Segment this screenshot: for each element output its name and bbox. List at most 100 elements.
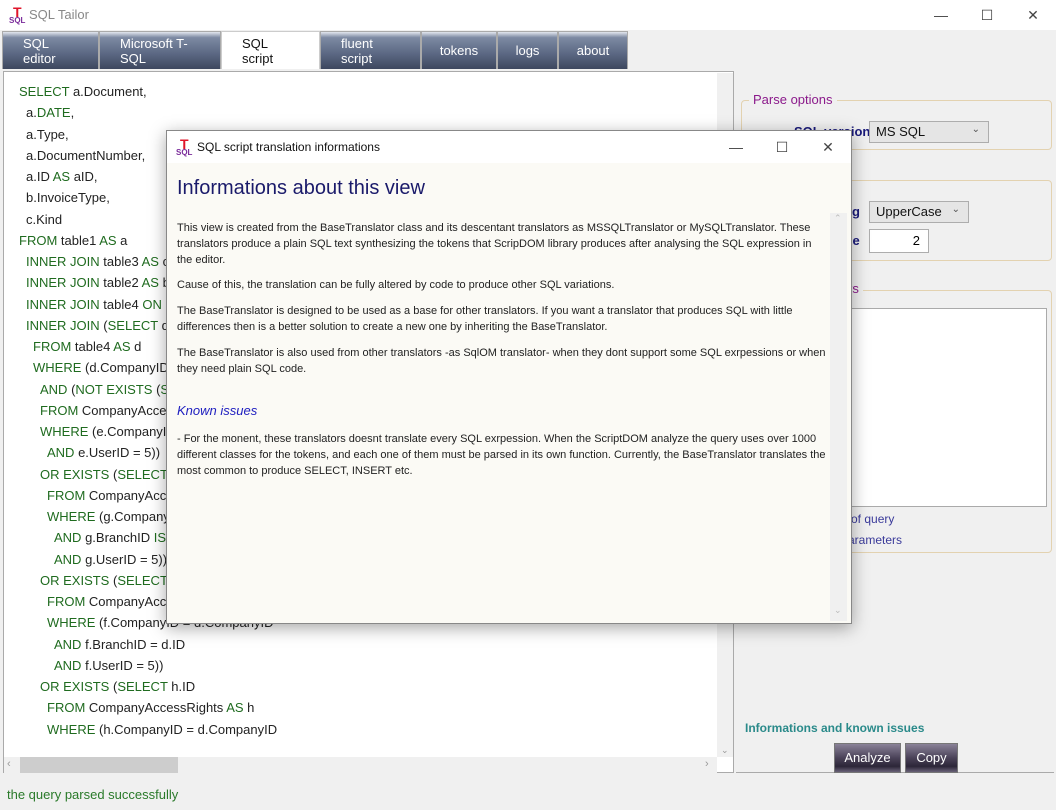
dialog-maximize-button[interactable]: ☐ <box>759 131 805 163</box>
sql-text: table4 <box>99 296 143 312</box>
sql-keyword: OR EXISTS <box>40 679 110 694</box>
scroll-left-icon[interactable]: ‹ <box>7 758 11 770</box>
tab-microsoft-tsql[interactable]: Microsoft T-SQL <box>99 31 221 69</box>
app-logo-icon: T SQL <box>9 4 26 25</box>
code-line: SELECT a.Document, <box>19 84 147 99</box>
code-line: OR EXISTS (SELECT f.I <box>40 573 182 588</box>
scroll-up-icon[interactable]: ⌃ <box>834 213 842 224</box>
dialog-close-button[interactable]: ✕ <box>805 131 851 163</box>
sql-text: CompanyAcce <box>85 487 174 503</box>
copy-button[interactable]: Copy <box>905 743 958 773</box>
sql-version-select[interactable]: MS SQL ⌄ <box>869 121 989 143</box>
dialog-heading: Informations about this view <box>177 177 425 199</box>
tab-about[interactable]: about <box>558 31 628 69</box>
sql-keyword: WHERE <box>40 424 89 439</box>
sql-text: table2 <box>99 275 142 291</box>
sql-text: (d.CompanyID <box>81 360 169 376</box>
known-issues-text: - For the monent, these translators does… <box>177 433 826 477</box>
sql-keyword: OR EXISTS <box>40 466 110 482</box>
horizontal-scroll-thumb[interactable] <box>20 757 178 773</box>
code-line: OR EXISTS (SELECT h.ID <box>40 679 195 694</box>
dialog-title-bar: T SQL SQL script translation informations… <box>167 131 851 163</box>
sql-keyword: AND <box>54 636 82 652</box>
chevron-down-icon: ⌄ <box>971 124 980 135</box>
sql-keyword: NOT EXISTS <box>75 381 153 397</box>
sql-keyword: SELECT <box>117 466 168 482</box>
sql-keyword: AS <box>99 232 117 248</box>
indent-size-input[interactable]: 2 <box>869 229 929 253</box>
dialog-paragraph: The BaseTranslator is designed to be use… <box>177 305 793 333</box>
sql-keyword: AND <box>40 381 68 397</box>
sql-keyword: AS <box>141 254 159 269</box>
editor-horizontal-scrollbar[interactable]: ‹ › <box>4 757 717 773</box>
code-line: AND e.UserID = 5)) <box>47 445 160 460</box>
code-line: a.ID AS aID, <box>26 169 98 184</box>
code-line: AND f.UserID = 5)) <box>54 658 163 673</box>
code-line: AND (NOT EXISTS (SE <box>40 382 178 397</box>
sql-text: b.InvoiceType, <box>26 190 110 206</box>
parse-options-legend: Parse options <box>749 92 837 107</box>
code-line: FROM table4 AS d <box>33 339 141 354</box>
tab-sql-script[interactable]: SQL script <box>221 31 320 69</box>
sql-text: (e.CompanyID <box>88 424 176 439</box>
parameters-link-2[interactable]: arameters <box>848 533 902 547</box>
sql-text: a.DocumentNumber, <box>26 147 146 163</box>
sql-keyword: FROM <box>47 700 86 716</box>
scroll-down-icon[interactable]: ⌄ <box>834 605 842 616</box>
code-line: AND g.UserID = 5)) <box>54 552 167 567</box>
sql-keyword: FROM <box>40 402 79 418</box>
dialog-paragraph: This view is created from the BaseTransl… <box>177 222 812 266</box>
dialog-vertical-scrollbar[interactable]: ⌃ ⌄ <box>830 213 847 621</box>
sql-keyword: INNER JOIN <box>26 296 100 312</box>
code-line: WHERE (e.CompanyID <box>40 424 176 439</box>
sql-keyword: ON <box>142 296 162 312</box>
scroll-right-icon[interactable]: › <box>705 758 709 770</box>
sql-text: d <box>130 339 142 354</box>
sql-keyword: AS <box>226 700 244 716</box>
tab-logs[interactable]: logs <box>497 31 558 69</box>
code-line: a.Type, <box>26 127 69 142</box>
tab-tokens[interactable]: tokens <box>421 31 497 69</box>
sql-keyword: SELECT <box>117 679 168 694</box>
sql-text: CompanyAcces <box>78 402 173 418</box>
casing-select[interactable]: UpperCase ⌄ <box>869 201 969 223</box>
chevron-down-icon: ⌄ <box>951 204 960 215</box>
sql-keyword: INNER JOIN <box>26 317 100 333</box>
code-line: AND g.BranchID IS <box>54 530 166 545</box>
info-known-issues-link[interactable]: Informations and known issues <box>745 721 924 735</box>
sql-keyword: FROM <box>47 594 86 609</box>
sql-text: a <box>116 232 128 248</box>
close-button[interactable]: ✕ <box>1010 0 1056 30</box>
code-line: FROM CompanyAccessRights AS h <box>47 700 254 715</box>
sql-text: f.BranchID = d.ID <box>81 636 186 652</box>
code-line: c.Kind <box>26 212 62 227</box>
code-line: FROM CompanyAcce <box>47 594 173 609</box>
dialog-minimize-button[interactable]: — <box>713 131 759 163</box>
sql-text: (g.Company <box>95 509 170 524</box>
tab-sql-editor[interactable]: SQL editor <box>2 31 99 69</box>
code-line: FROM table1 AS a <box>19 233 127 248</box>
scroll-down-icon[interactable]: ⌄ <box>721 745 729 756</box>
analyze-button[interactable]: Analyze <box>834 743 901 773</box>
parameters-link-1[interactable]: of query <box>851 512 894 526</box>
sql-keyword: AND <box>47 445 75 461</box>
status-message: the query parsed successfully <box>7 787 179 802</box>
parameters-list[interactable] <box>849 308 1047 507</box>
sql-keyword: AS <box>113 339 131 354</box>
minimize-button[interactable]: — <box>918 0 964 30</box>
sql-text: c.Kind <box>26 211 63 227</box>
tab-fluent-script[interactable]: fluent script <box>320 31 421 69</box>
tab-bar: SQL editor Microsoft T-SQL SQL script fl… <box>2 31 628 69</box>
sql-text: g.BranchID <box>81 530 154 546</box>
dialog-title: SQL script translation informations <box>197 140 380 154</box>
maximize-button[interactable]: ☐ <box>964 0 1010 30</box>
code-line: AND f.BranchID = d.ID <box>54 637 185 652</box>
sql-keyword: WHERE <box>47 615 96 631</box>
sql-text: a.Type, <box>26 126 69 142</box>
title-bar: T SQL SQL Tailor — ☐ ✕ <box>0 0 1056 30</box>
sql-text: a. <box>26 105 37 121</box>
sql-keyword: SELECT <box>19 84 70 99</box>
sql-keyword: AND <box>54 657 82 673</box>
sql-keyword: DATE <box>36 105 71 121</box>
code-line: INNER JOIN table4 ON ( <box>26 297 170 312</box>
